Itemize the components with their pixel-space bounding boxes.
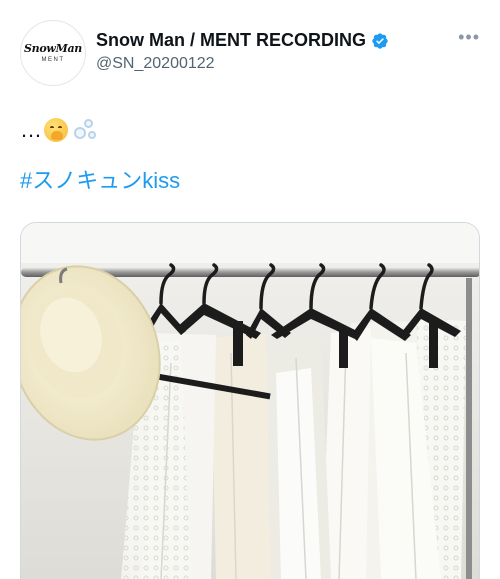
tweet-photo[interactable] [20,222,480,579]
hand-over-mouth-face-icon [44,118,68,142]
more-options-icon[interactable]: ••• [458,28,480,46]
user-handle[interactable]: @SN_20200122 [96,55,215,73]
avatar-logo: SnowMan [24,42,82,55]
bubbles-icon [72,117,100,143]
hashtag-link[interactable]: #スノキュンkiss [20,163,180,195]
clothing-rack-photo [21,223,479,579]
avatar[interactable]: SnowMan MENT [20,20,86,86]
author-name-row[interactable]: Snow Man / MENT RECORDING [96,30,389,51]
avatar-logo-sub: MENT [41,57,65,63]
verified-badge-icon [372,32,388,49]
tweet-text-body: … [20,117,42,142]
tweet-text: … [20,115,100,145]
display-name[interactable]: Snow Man / MENT RECORDING [96,30,366,51]
